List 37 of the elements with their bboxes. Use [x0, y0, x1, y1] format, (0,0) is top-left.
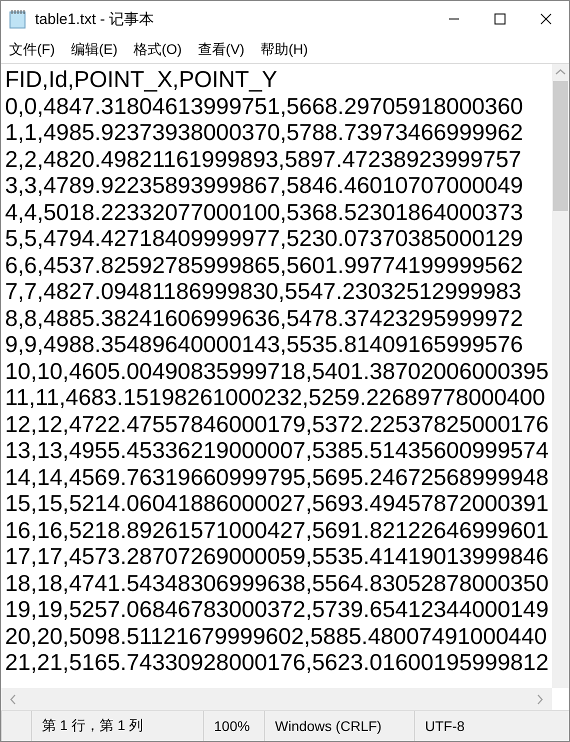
encoding: UTF-8: [414, 711, 534, 741]
text-line: 8,8,4885.38241606999636,5478.37423295999972: [5, 304, 524, 331]
text-line: 3,3,4789.92235893999867,5846.46010707000049: [5, 172, 524, 198]
window-title: table1.txt - 记事本: [35, 10, 156, 28]
text-line: 17,17,4573.28707269000059,5535.41419013999846: [5, 543, 550, 570]
scrollbar-thumb[interactable]: [553, 81, 568, 211]
cursor-position: 第 1 行，第 1 列: [31, 711, 203, 741]
zoom-level: 100%: [203, 711, 264, 741]
menu-item[interactable]: 编辑(E): [62, 41, 126, 59]
text-line: 14,14,4569.76319660999795,5695.24672568999948: [5, 464, 550, 490]
menu-item[interactable]: 格式(O): [126, 41, 190, 59]
menu-item[interactable]: 查看(V): [190, 41, 252, 59]
menu-item[interactable]: 帮助(H): [252, 41, 316, 59]
text-line: 11,11,4683.15198261000232,5259.22689778000400: [5, 384, 546, 410]
text-line: 18,18,4741.54348306999638,5564.83052878000350: [5, 570, 550, 596]
text-line: 21,21,5165.74330928000176,5623.01600195999812: [5, 649, 550, 676]
text-line: 1,1,4985.92373938000370,5788.73973466999962: [5, 119, 524, 146]
maximize-icon: [494, 13, 506, 25]
text-line: 6,6,4537.82592785999865,5601.99774199999562: [5, 252, 524, 278]
text-line: 20,20,5098.51121679999602,5885.48007491000440: [5, 622, 548, 649]
text-line: 5,5,4794.42718409999977,5230.07370385000129: [5, 225, 524, 252]
line-ending: Windows (CRLF): [264, 711, 414, 741]
close-icon: [540, 13, 552, 25]
text-line: 10,10,4605.00490835999718,5401.38702006000395: [5, 358, 550, 384]
text-line: 9,9,4988.35489640000143,5535.81409165999576: [5, 331, 524, 358]
text-line: 7,7,4827.09481186999830,5547.23032512999983: [5, 278, 522, 304]
notepad-icon: [9, 9, 27, 29]
text-line: 12,12,4722.47557846000179,5372.22537825000176: [5, 410, 550, 437]
text-line: 16,16,5218.89261571000427,5691.82122646999601: [5, 516, 550, 543]
text-line: 4,4,5018.22332077000100,5368.52301864000373: [5, 198, 524, 225]
text-line: 15,15,5214.06041886000027,5693.49457872000391: [5, 490, 550, 516]
text-line: FID,Id,POINT_X,POINT_Y: [5, 66, 278, 92]
menu-item[interactable]: 文件(F): [1, 41, 63, 59]
text-line: 0,0,4847.31804613999751,5668.29705918000360: [5, 92, 524, 119]
text-line: 2,2,4820.49821161999893,5897.47238923999757: [5, 146, 522, 172]
text-line: 13,13,4955.45336219000007,5385.51435600999574: [5, 437, 550, 464]
text-line: 19,19,5257.06846783000372,5739.65412344000149: [5, 596, 550, 622]
